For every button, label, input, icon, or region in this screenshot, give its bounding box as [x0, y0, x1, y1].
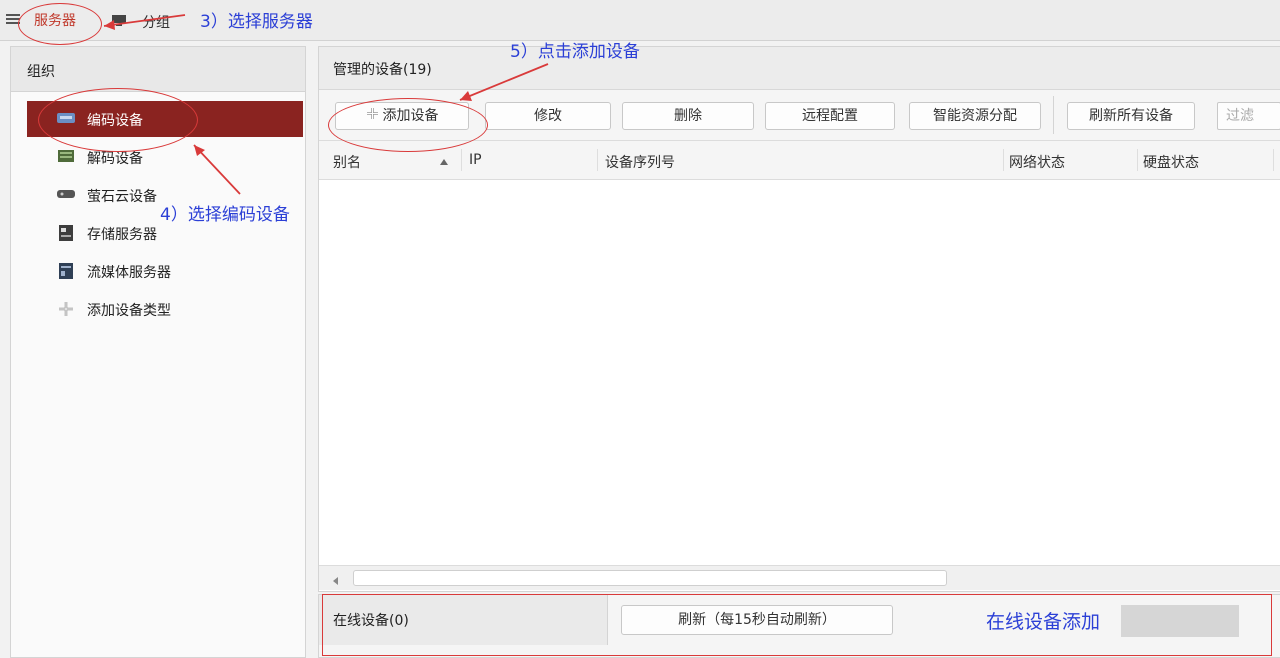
annotation-step5: 5）点击添加设备 [510, 42, 640, 62]
annotation-step3: 3）选择服务器 [200, 12, 313, 32]
annotation-arrows [103, 14, 549, 195]
annotation-online-add: 在线设备添加 [986, 611, 1101, 633]
annotation-step4: 4）选择编码设备 [160, 205, 290, 225]
